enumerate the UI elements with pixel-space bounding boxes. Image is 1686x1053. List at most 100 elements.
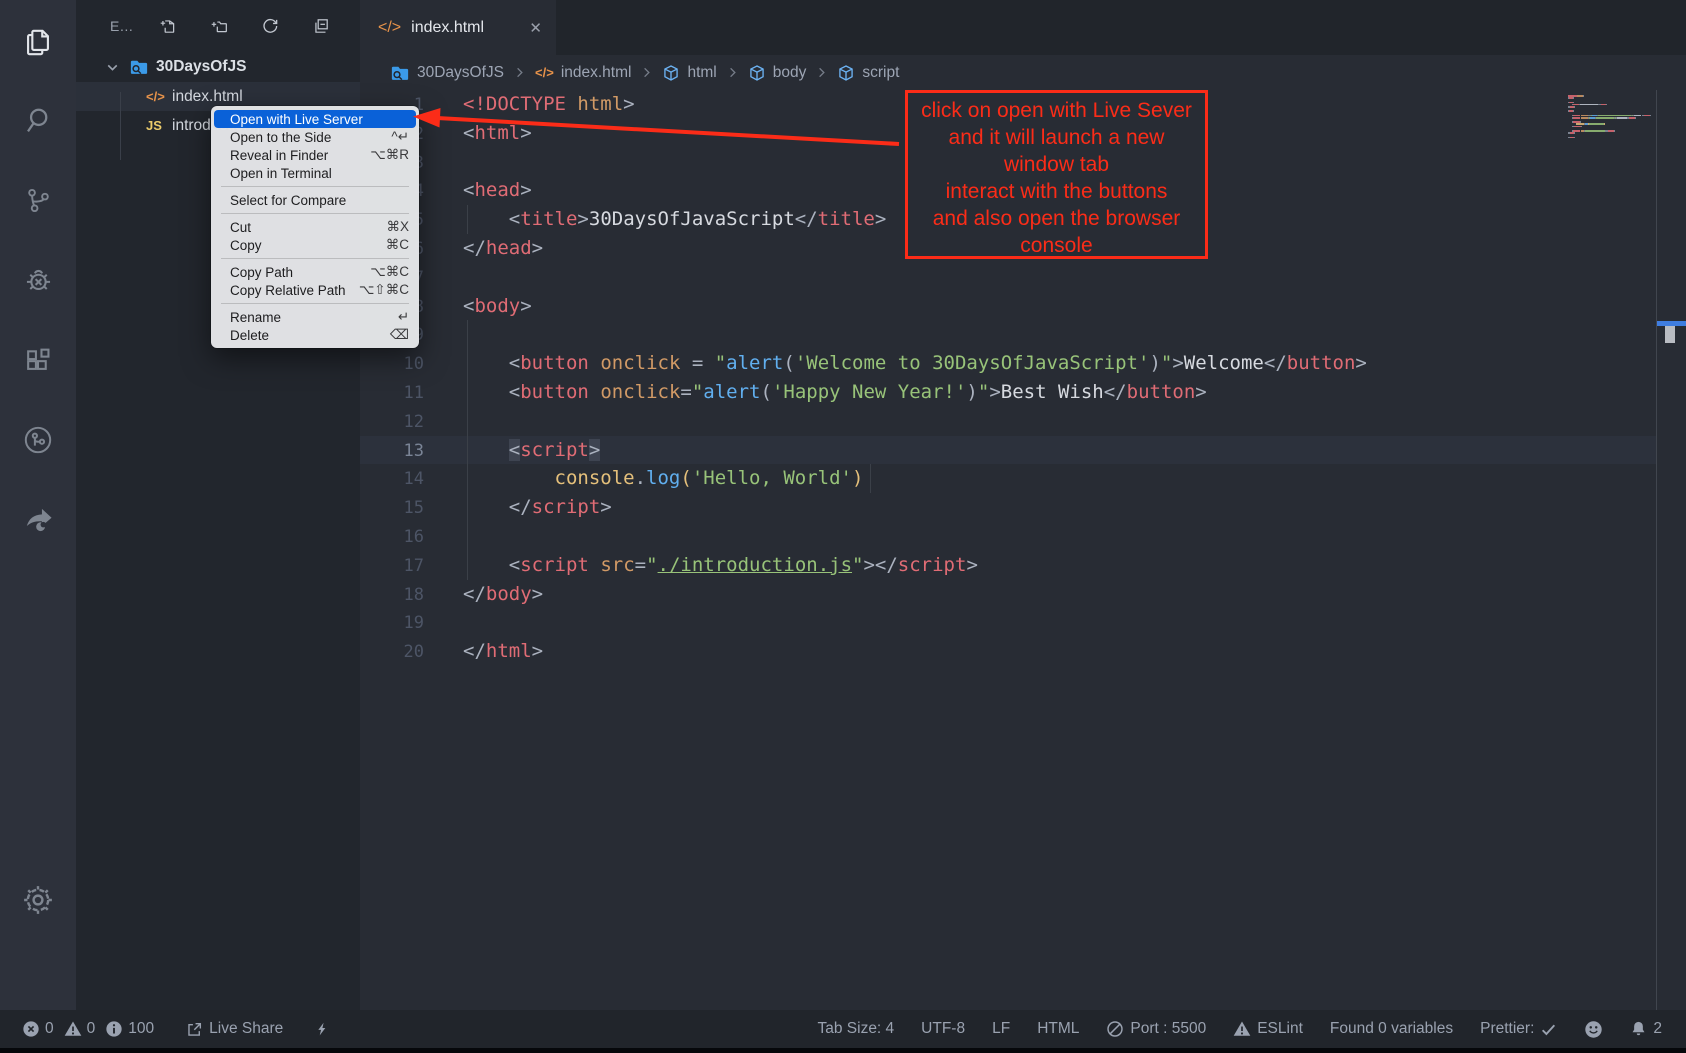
- menu-item-reveal-in-finder[interactable]: Reveal in Finder⌥⌘R: [211, 146, 419, 164]
- status-item-tab-size[interactable]: Tab Size: 4: [817, 1020, 894, 1038]
- breadcrumb-item-html[interactable]: html: [662, 64, 716, 82]
- breadcrumb-item-script[interactable]: script: [837, 64, 899, 82]
- menu-item-shortcut: ⌘X: [386, 219, 409, 235]
- activitybar-item-share-feedback[interactable]: [0, 480, 76, 560]
- tab-index-html[interactable]: </> index.html ✕: [360, 0, 556, 55]
- menu-item-shortcut: ⌥⌘C: [370, 264, 409, 280]
- activitybar-item-debug[interactable]: [0, 240, 76, 320]
- annotation-box: click on open with Live Severand it will…: [905, 90, 1208, 259]
- activitybar-item-manage[interactable]: [0, 860, 76, 940]
- code-line-16[interactable]: 16: [360, 522, 1656, 551]
- status-item-encoding[interactable]: UTF-8: [921, 1020, 965, 1038]
- refresh-icon[interactable]: [261, 17, 279, 35]
- status-item-language-mode[interactable]: HTML: [1037, 1020, 1079, 1038]
- tab-close-icon[interactable]: ✕: [529, 19, 542, 37]
- status-item-notifications[interactable]: 2: [1630, 1020, 1662, 1038]
- menu-item-shortcut: ⌥⇧⌘C: [359, 282, 409, 298]
- menu-item-cut[interactable]: Cut⌘X: [211, 218, 419, 236]
- code-line-18[interactable]: 18</body>: [360, 580, 1656, 609]
- line-content: <button onclick="alert('Happy New Year!'…: [424, 381, 1207, 403]
- activity-bar-top: [0, 0, 76, 560]
- code-line-9[interactable]: 9: [360, 320, 1656, 349]
- menu-item-open-in-terminal[interactable]: Open in Terminal: [211, 164, 419, 182]
- status-item-label: Tab Size: 4: [817, 1020, 894, 1038]
- line-content: <button onclick = "alert('Welcome to 30D…: [424, 352, 1367, 374]
- code-line-15[interactable]: 15 </script>: [360, 493, 1656, 522]
- menu-item-rename[interactable]: Rename↵: [211, 308, 419, 326]
- breadcrumb-label: body: [773, 64, 807, 82]
- status-item-prettier[interactable]: Prettier:: [1480, 1020, 1557, 1038]
- status-item-live-share[interactable]: Live Share: [186, 1020, 283, 1038]
- status-item-feedback-smiley[interactable]: [1584, 1020, 1603, 1039]
- status-item-eslint[interactable]: ESLint: [1233, 1020, 1303, 1038]
- status-item-bolt[interactable]: [315, 1020, 329, 1038]
- context-menu: Open with Live ServerOpen to the Side^↵R…: [211, 106, 419, 348]
- new-folder-icon[interactable]: [210, 17, 228, 35]
- code-line-11[interactable]: 11 <button onclick="alert('Happy New Yea…: [360, 378, 1656, 407]
- menu-item-select-for-compare[interactable]: Select for Compare: [211, 191, 419, 209]
- activitybar-item-search[interactable]: [0, 80, 76, 160]
- line-content: <html>: [424, 122, 532, 144]
- line-content: <head>: [424, 179, 532, 201]
- line-content: <body>: [424, 295, 532, 317]
- chevron-right-icon: [639, 65, 654, 80]
- menu-item-open-to-the-side[interactable]: Open to the Side^↵: [211, 128, 419, 146]
- code-line-20[interactable]: 20</html>: [360, 637, 1656, 666]
- scrollbar-thumb[interactable]: [1665, 326, 1675, 343]
- folder-name: 30DaysOfJS: [156, 58, 246, 76]
- code-line-14[interactable]: 14 console.log('Hello, World'): [360, 464, 1656, 493]
- line-number: 18: [360, 581, 424, 610]
- status-item-problems-infos[interactable]: 100: [105, 1020, 154, 1038]
- activitybar-item-live-share-circle[interactable]: [0, 400, 76, 480]
- code-line-19[interactable]: 19: [360, 608, 1656, 637]
- status-item-eol[interactable]: LF: [992, 1020, 1010, 1038]
- sidebar-indent-guide: [120, 92, 121, 160]
- status-item-label: Prettier:: [1480, 1020, 1534, 1038]
- menu-item-label: Select for Compare: [230, 193, 409, 208]
- minimap[interactable]: [1568, 95, 1654, 139]
- code-line-8[interactable]: 8<body>: [360, 292, 1656, 321]
- status-item-label: Port : 5500: [1130, 1020, 1206, 1038]
- activitybar-item-source-control[interactable]: [0, 160, 76, 240]
- menu-item-shortcut: ⌘C: [386, 237, 409, 253]
- status-item-port[interactable]: Port : 5500: [1106, 1020, 1206, 1038]
- status-item-problems-warnings[interactable]: 0: [64, 1020, 96, 1038]
- menu-item-copy-path[interactable]: Copy Path⌥⌘C: [211, 263, 419, 281]
- menu-item-delete[interactable]: Delete⌫: [211, 326, 419, 344]
- status-item-problems-errors[interactable]: 0: [22, 1020, 54, 1038]
- status-right: Tab Size: 4 UTF-8 LF HTML Port : 5500 ESLint F…: [817, 1020, 1662, 1039]
- status-bar: 00 100 Live Share Tab Size: 4 UTF-8 LF HTML Po…: [0, 1010, 1686, 1048]
- breadcrumb-item-30daysofjs[interactable]: 30DaysOfJS: [390, 63, 504, 83]
- activitybar-item-extensions[interactable]: [0, 320, 76, 400]
- scrollbar[interactable]: [1656, 90, 1686, 1010]
- code-line-17[interactable]: 17 <script src="./introduction.js"></scr…: [360, 551, 1656, 580]
- collapse-all-icon[interactable]: [312, 17, 330, 35]
- menu-item-copy[interactable]: Copy⌘C: [211, 236, 419, 254]
- menu-item-open-with-live-server[interactable]: Open with Live Server: [214, 110, 416, 128]
- breadcrumb-label: 30DaysOfJS: [417, 64, 504, 82]
- code-line-13[interactable]: 13 <script>: [360, 436, 1656, 465]
- status-item-label: 0: [45, 1020, 54, 1038]
- new-file-icon[interactable]: [159, 17, 177, 35]
- line-content: <script src="./introduction.js"></script…: [424, 554, 978, 576]
- error-circle-icon: [22, 1020, 40, 1038]
- breadcrumb-item-index-html[interactable]: </>index.html: [535, 64, 631, 82]
- menu-item-copy-relative-path[interactable]: Copy Relative Path⌥⇧⌘C: [211, 281, 419, 299]
- line-number: 13: [360, 437, 424, 466]
- activitybar-item-files[interactable]: [0, 0, 76, 80]
- status-item-variables[interactable]: Found 0 variables: [1330, 1020, 1453, 1038]
- code-line-12[interactable]: 12: [360, 407, 1656, 436]
- chevron-right-icon: [814, 65, 829, 80]
- menu-item-label: Reveal in Finder: [230, 148, 370, 163]
- html-file-icon: </>: [378, 19, 401, 37]
- file-name: index.html: [172, 88, 243, 106]
- line-content: </head>: [424, 237, 543, 259]
- annotation-line: click on open with Live Sever: [908, 97, 1205, 124]
- code-line-7[interactable]: 7: [360, 263, 1656, 292]
- code-line-10[interactable]: 10 <button onclick = "alert('Welcome to …: [360, 349, 1656, 378]
- menu-item-label: Delete: [230, 328, 390, 343]
- breadcrumb-item-body[interactable]: body: [748, 64, 807, 82]
- folder-row-30daysofjs[interactable]: 30DaysOfJS: [76, 52, 360, 82]
- port-slash-icon: [1106, 1020, 1124, 1038]
- line-number: 15: [360, 494, 424, 523]
